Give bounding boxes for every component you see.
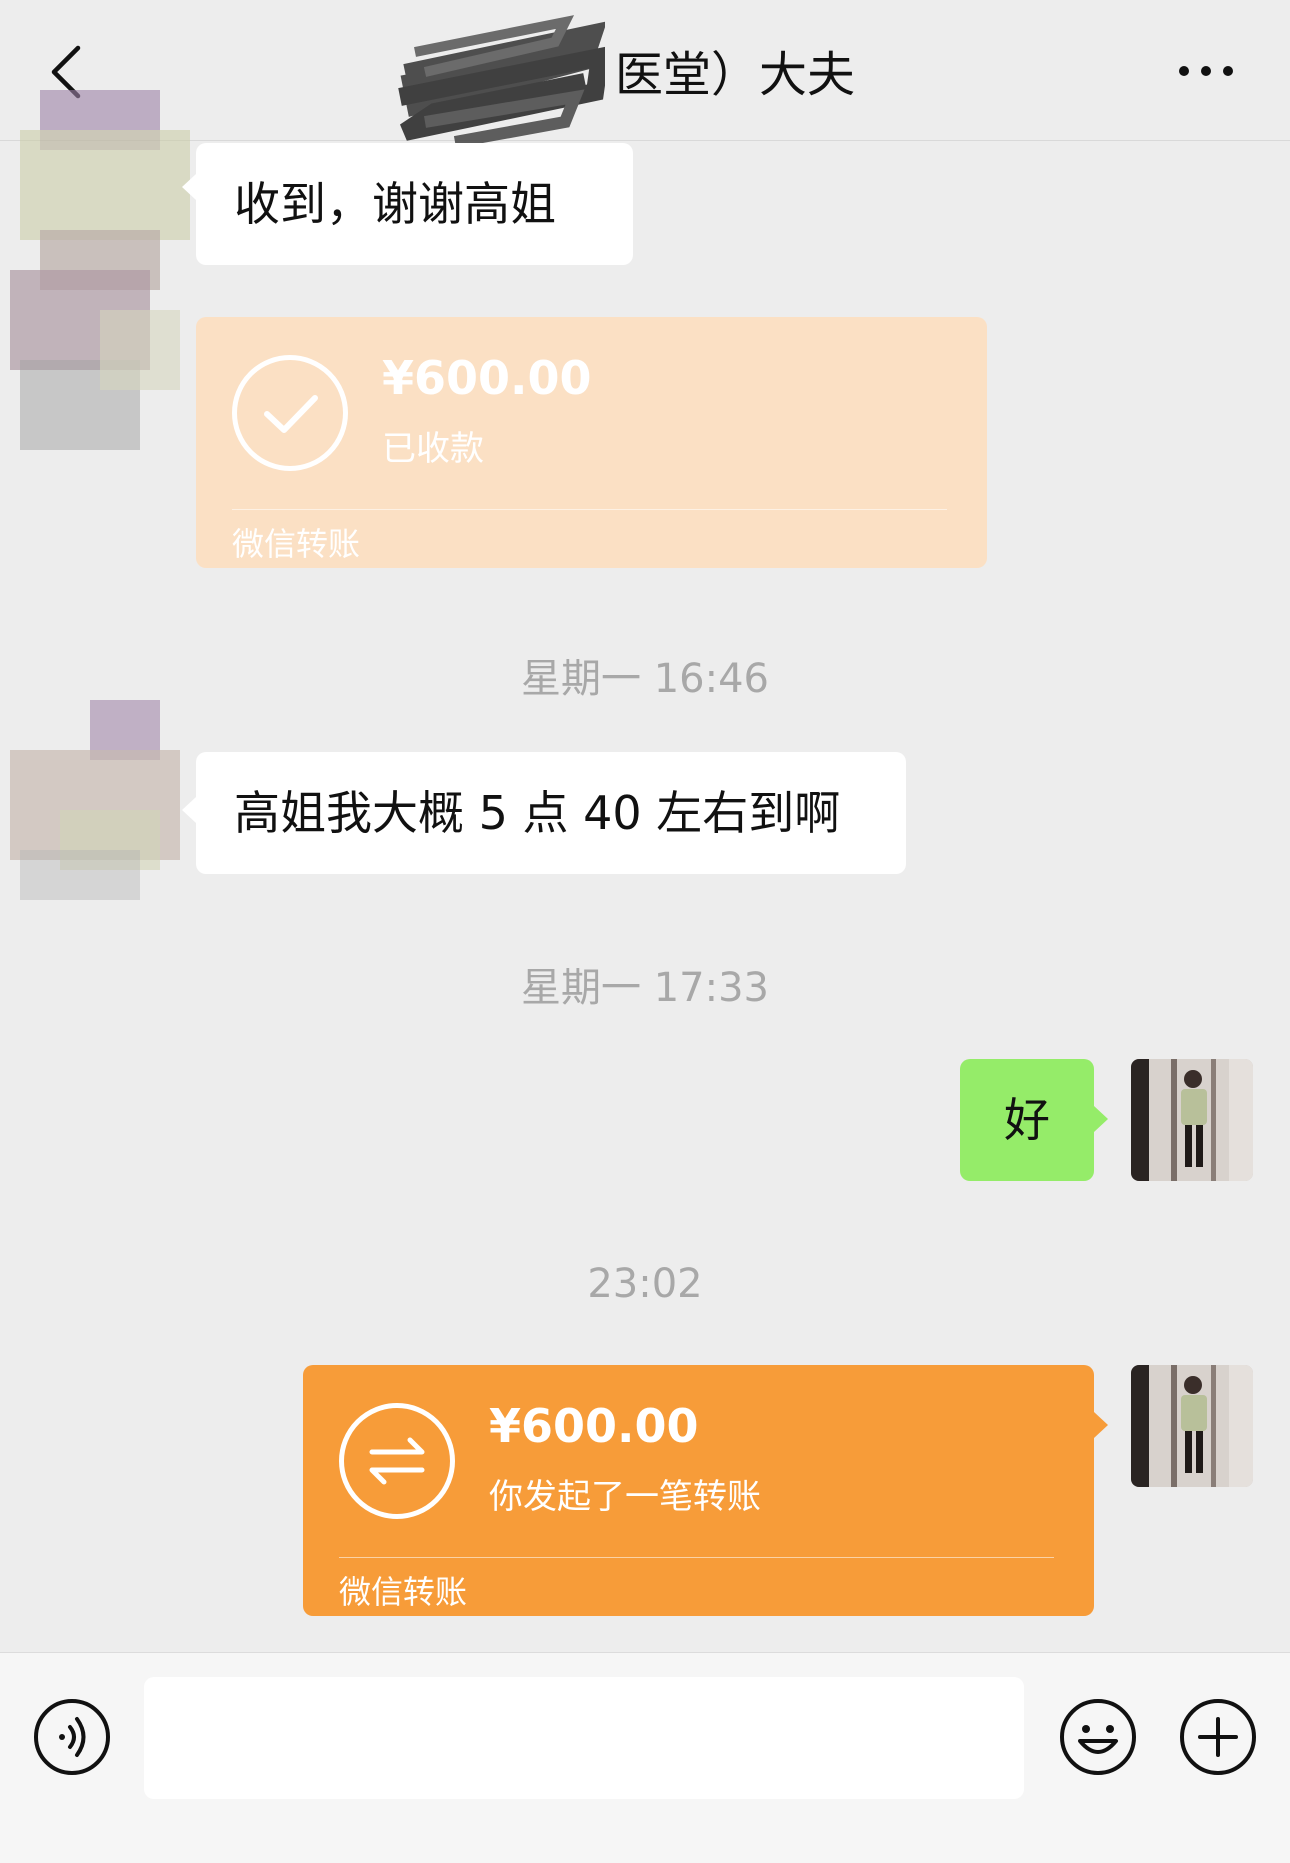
my-avatar[interactable] bbox=[1131, 1365, 1253, 1487]
chat-screen: 医堂）大夫 收到，谢谢高姐 ¥600.00 已收款 微信转账 星期一 16:46… bbox=[0, 0, 1290, 1863]
transfer-divider bbox=[339, 1557, 1054, 1558]
plus-icon[interactable] bbox=[1178, 1697, 1258, 1777]
redaction-scribble bbox=[398, 15, 605, 148]
bubble-tail bbox=[182, 174, 196, 200]
my-avatar[interactable] bbox=[1131, 1059, 1253, 1181]
message-bubble-sent[interactable]: 好 bbox=[960, 1059, 1094, 1181]
transfer-status: 已收款 bbox=[382, 429, 484, 469]
avatar-redacted[interactable] bbox=[0, 690, 200, 930]
checkmark-icon bbox=[232, 355, 348, 471]
transfer-label: 微信转账 bbox=[232, 525, 361, 563]
message-bubble-received[interactable]: 收到，谢谢高姐 bbox=[196, 143, 633, 265]
more-dots-icon[interactable] bbox=[1176, 56, 1236, 86]
message-input[interactable] bbox=[144, 1677, 1024, 1799]
bubble-tail bbox=[1094, 1106, 1108, 1132]
transfer-status: 你发起了一笔转账 bbox=[489, 1477, 761, 1517]
transfer-card-received[interactable]: ¥600.00 已收款 微信转账 bbox=[196, 317, 987, 568]
transfer-divider bbox=[232, 509, 947, 510]
input-bar bbox=[0, 1652, 1290, 1863]
bubble-tail bbox=[182, 797, 196, 823]
emoji-icon[interactable] bbox=[1058, 1697, 1138, 1777]
timestamp: 星期一 17:33 bbox=[521, 965, 769, 1011]
avatar-redacted[interactable] bbox=[0, 70, 200, 500]
message-bubble-received[interactable]: 高姐我大概 5 点 40 左右到啊 bbox=[196, 752, 906, 874]
transfer-arrows-icon bbox=[339, 1403, 455, 1519]
transfer-label: 微信转账 bbox=[339, 1573, 468, 1611]
transfer-card-sent[interactable]: ¥600.00 你发起了一笔转账 微信转账 bbox=[303, 1365, 1094, 1616]
voice-icon[interactable] bbox=[32, 1697, 112, 1777]
timestamp: 23:02 bbox=[587, 1261, 703, 1307]
bubble-tail bbox=[1094, 1412, 1108, 1438]
transfer-amount: ¥600.00 bbox=[489, 1399, 699, 1453]
transfer-amount: ¥600.00 bbox=[382, 351, 592, 405]
